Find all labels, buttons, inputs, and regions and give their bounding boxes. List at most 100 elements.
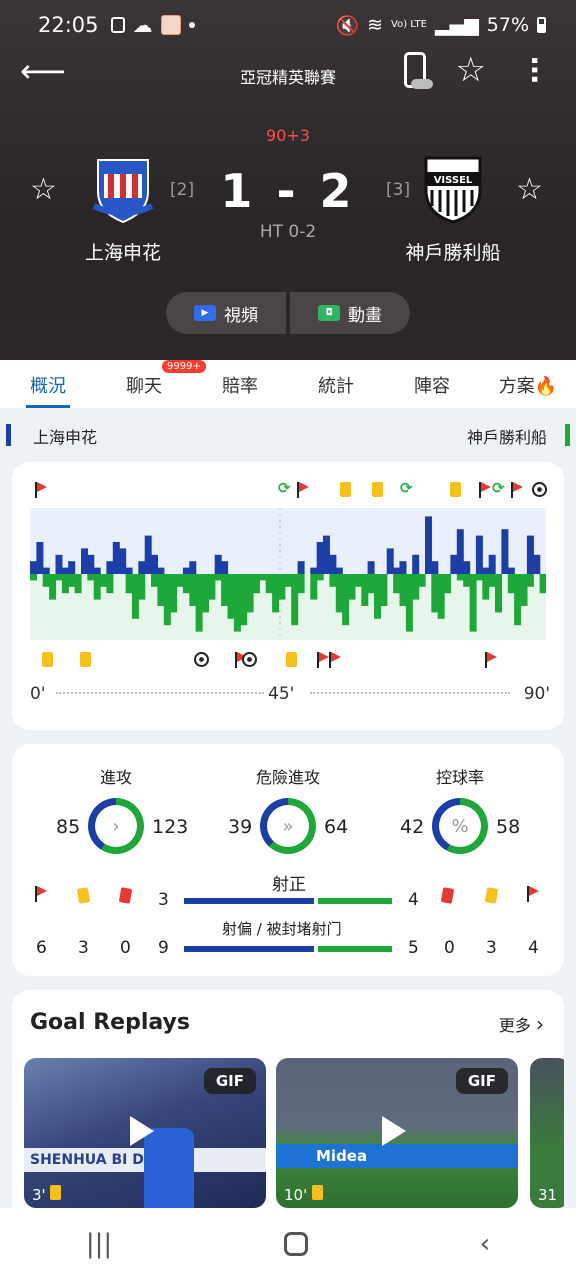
home-momentum-bar bbox=[81, 548, 88, 574]
signal-icon: ▂▄▆ bbox=[434, 14, 479, 36]
away-momentum-bar bbox=[42, 574, 50, 587]
replay-thumb-3[interactable]: 31 bbox=[530, 1058, 564, 1208]
home-momentum-bar bbox=[526, 535, 534, 574]
possession-away: 58 bbox=[496, 816, 521, 838]
tab-odds-label: 賠率 bbox=[222, 376, 258, 397]
home-momentum-bar bbox=[507, 567, 515, 574]
more-options-icon[interactable]: ⋯ bbox=[516, 56, 552, 84]
substitution-icon: ⟳ bbox=[492, 479, 505, 497]
away-momentum-bar bbox=[297, 574, 305, 594]
tab-lineup[interactable]: 陣容 bbox=[384, 360, 480, 408]
away-momentum-bar bbox=[348, 574, 356, 600]
away-crest-text: VISSEL bbox=[434, 175, 473, 186]
home-momentum-bar bbox=[112, 542, 120, 574]
home-momentum-bar bbox=[386, 548, 394, 574]
more-replays-link[interactable]: 更多 › bbox=[499, 1012, 544, 1036]
away-corner-icon bbox=[526, 886, 540, 907]
phone-toggle-icon[interactable] bbox=[403, 52, 433, 89]
axis-start: 0' bbox=[30, 684, 46, 704]
more-label: 更多 bbox=[498, 1016, 531, 1035]
away-momentum-bar bbox=[291, 574, 299, 626]
replay-thumb-1[interactable]: SHENHUA BI DEVE GIF 3' bbox=[24, 1058, 266, 1208]
battery-icon bbox=[537, 17, 546, 33]
away-momentum-bar bbox=[202, 574, 209, 613]
away-momentum-bar bbox=[93, 574, 101, 600]
home-momentum-bar bbox=[475, 535, 483, 574]
match-header: 22:05 ☁ 🔇 ≋ Vo) LTE ▂▄▆ 57% ⟵ 亞冠精英聯賽 ☆ ⋯… bbox=[0, 0, 576, 360]
wifi-icon: ≋ bbox=[367, 14, 384, 36]
shots-off-away: 5 bbox=[408, 938, 419, 958]
replay-thumb-2[interactable]: Midea GIF 10' bbox=[276, 1058, 518, 1208]
animation-button[interactable]: ◘ 動畫 bbox=[290, 292, 410, 334]
home-momentum-bar bbox=[335, 567, 343, 574]
animation-label: 動畫 bbox=[348, 305, 382, 326]
away-momentum-bar bbox=[106, 574, 114, 594]
attack-label: 進攻 bbox=[99, 768, 132, 787]
chevron-right-icon: › bbox=[536, 1012, 544, 1036]
home-momentum-bar bbox=[189, 561, 197, 574]
home-momentum-bar bbox=[310, 567, 318, 574]
tab-odds[interactable]: 賠率 bbox=[192, 360, 288, 408]
away-momentum-bar bbox=[131, 574, 139, 619]
away-momentum-bar bbox=[463, 574, 471, 587]
gif-badge: GIF bbox=[455, 1068, 508, 1094]
home-team-name[interactable]: 上海申花 bbox=[43, 238, 203, 265]
stats-card: 進攻 危險進攻 控球率 85 › 123 39 » 64 42 % 58 3 射… bbox=[12, 744, 564, 976]
away-momentum-bar bbox=[157, 574, 165, 606]
away-momentum-bar bbox=[520, 574, 528, 606]
tab-tips[interactable]: 方案🔥 bbox=[480, 360, 576, 408]
corner-flag-icon bbox=[296, 482, 310, 502]
goal-ball-icon bbox=[242, 652, 257, 671]
away-momentum-bar bbox=[342, 574, 350, 626]
home-rank: [2] bbox=[170, 180, 195, 200]
favorite-match-star-icon[interactable]: ☆ bbox=[456, 52, 486, 88]
home-momentum-bar bbox=[42, 567, 50, 574]
yellow-card-icon bbox=[372, 482, 383, 501]
follow-away-star-icon[interactable]: ☆ bbox=[516, 172, 543, 207]
tab-chat[interactable]: 聊天 9999+ bbox=[96, 360, 206, 408]
cloud-icon: ☁ bbox=[132, 13, 153, 37]
follow-home-star-icon[interactable]: ☆ bbox=[30, 172, 57, 207]
shots-on-away-bar bbox=[318, 898, 392, 904]
away-team-name[interactable]: 神戶勝利船 bbox=[373, 238, 533, 265]
home-momentum-bar bbox=[431, 561, 439, 574]
shots-off-label: 射偏 / 被封堵射门 bbox=[222, 920, 342, 938]
home-momentum-bar bbox=[68, 561, 76, 574]
yellow-card-icon bbox=[340, 482, 351, 501]
home-icon[interactable] bbox=[283, 1232, 308, 1256]
away-momentum-bar bbox=[265, 574, 273, 594]
tab-overview[interactable]: 概況 bbox=[0, 360, 96, 408]
away-momentum-bar bbox=[475, 574, 483, 581]
home-momentum-bar bbox=[316, 542, 324, 574]
corner-flag-icon bbox=[484, 652, 498, 672]
away-momentum-bar bbox=[539, 574, 546, 594]
home-momentum-bar bbox=[157, 567, 165, 574]
home-momentum-bar bbox=[138, 561, 146, 574]
home-momentum-bar bbox=[367, 561, 375, 574]
away-momentum-bar bbox=[526, 574, 534, 587]
play-icon bbox=[382, 1116, 406, 1146]
shots-on-home-bar bbox=[184, 898, 314, 904]
home-momentum-bar bbox=[463, 561, 471, 574]
away-momentum-bar bbox=[329, 574, 337, 587]
recent-apps-icon[interactable]: ||| bbox=[86, 1229, 112, 1259]
home-momentum-bar bbox=[30, 561, 37, 574]
network-label: Vo) LTE bbox=[391, 19, 427, 30]
attack-away: 123 bbox=[152, 816, 189, 838]
replays-title: Goal Replays bbox=[30, 1010, 190, 1035]
away-momentum-bar bbox=[393, 574, 401, 594]
axis-mid: 45' bbox=[268, 684, 295, 704]
tab-stats[interactable]: 統計 bbox=[288, 360, 384, 408]
timeline-axis: 0' 45' 90' bbox=[30, 684, 550, 708]
away-red-card-icon bbox=[440, 887, 455, 908]
shots-off-home-bar bbox=[184, 946, 314, 952]
away-momentum-bar bbox=[367, 574, 375, 594]
away-momentum-bar bbox=[412, 574, 420, 600]
video-button[interactable]: ▶ 視頻 bbox=[166, 292, 286, 334]
away-momentum-bar bbox=[259, 574, 267, 581]
back-nav-icon[interactable]: ‹ bbox=[480, 1229, 490, 1259]
notification-icon bbox=[110, 17, 125, 33]
away-momentum-bar bbox=[246, 574, 254, 613]
mute-icon: 🔇 bbox=[335, 14, 360, 37]
home-momentum-bar bbox=[329, 554, 337, 574]
